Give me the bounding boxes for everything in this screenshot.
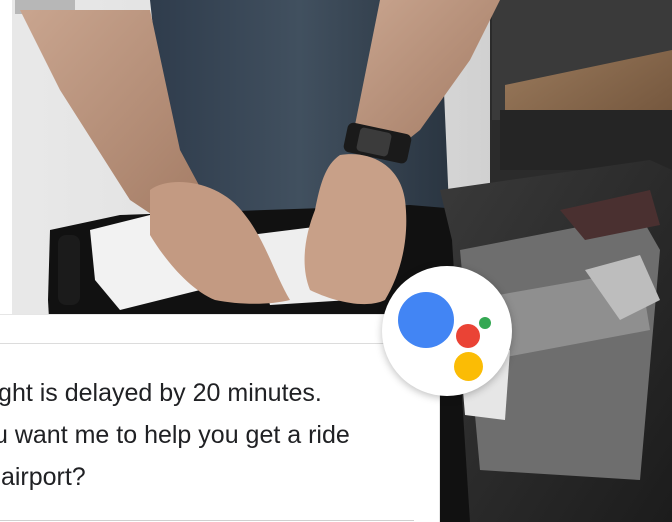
assistant-notification-scene: flight is delayed by 20 minutes. u want … bbox=[0, 0, 672, 522]
card-bottom-divider bbox=[0, 520, 414, 521]
message-line: flight is delayed by 20 minutes. bbox=[0, 379, 322, 407]
assistant-blue-dot bbox=[398, 292, 454, 348]
assistant-yellow-dot bbox=[454, 352, 483, 381]
card-divider bbox=[0, 343, 414, 344]
assistant-message-text: flight is delayed by 20 minutes. u want … bbox=[0, 372, 454, 498]
message-line: u want me to help you get a ride bbox=[0, 421, 350, 449]
google-assistant-icon[interactable] bbox=[382, 266, 512, 396]
assistant-green-dot bbox=[479, 317, 491, 329]
assistant-red-dot bbox=[456, 324, 480, 348]
message-line: airport? bbox=[0, 463, 86, 491]
assistant-message-card: flight is delayed by 20 minutes. u want … bbox=[0, 314, 440, 522]
